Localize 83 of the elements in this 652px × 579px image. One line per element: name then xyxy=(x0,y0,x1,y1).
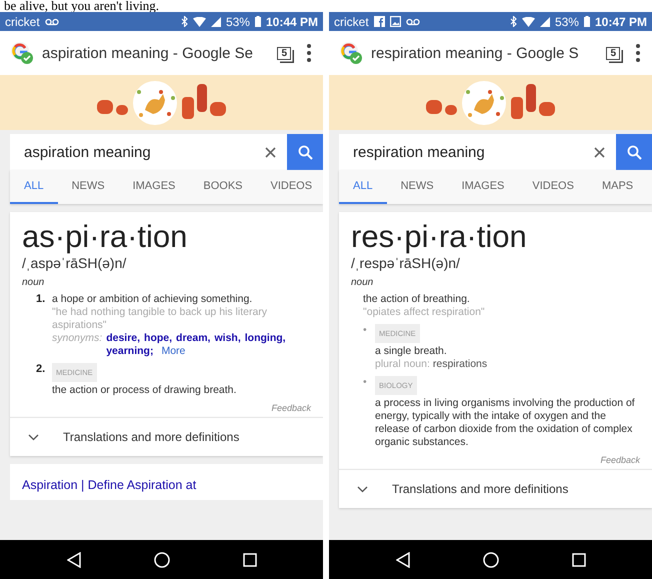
battery-icon xyxy=(584,16,590,27)
more-menu-icon xyxy=(636,44,640,62)
home-icon xyxy=(154,552,170,568)
definition-text: a process in living organisms involving the production of energy, typically with the intake of oxygen and the release of carbon dioxide from the oxidation of complex organic substances. xyxy=(375,397,636,449)
bullet-mark: • xyxy=(363,324,368,338)
close-icon xyxy=(264,146,276,158)
image-icon xyxy=(390,16,401,27)
synonym-link[interactable]: wish, xyxy=(214,332,241,345)
part-of-speech: noun xyxy=(351,277,374,288)
headword: as·pi·ra·tion xyxy=(22,220,188,254)
search-icon xyxy=(298,144,312,160)
search-tab[interactable]: NEWS xyxy=(58,170,119,204)
battery-percent: 53% xyxy=(554,14,579,28)
recents-icon xyxy=(572,552,586,566)
carrier-name: cricket xyxy=(334,14,369,28)
signal-icon xyxy=(540,16,550,26)
headword: res·pi·ra·tion xyxy=(351,220,528,254)
battery-icon xyxy=(254,16,261,27)
back-icon xyxy=(396,552,410,568)
search-tab[interactable]: BOOKS xyxy=(189,170,256,204)
synonyms-label: synonyms: xyxy=(52,332,102,346)
more-definitions-row[interactable]: Translations and more definitions xyxy=(339,469,652,508)
synonym-link[interactable]: yearning; xyxy=(106,345,154,358)
page-title: respiration meaning - Google S xyxy=(371,44,580,62)
recents-icon xyxy=(242,552,256,566)
caption-text: be alive, but you aren't living. xyxy=(3,0,160,12)
page-title: aspiration meaning - Google Se xyxy=(42,44,254,62)
chevron-down-icon xyxy=(28,434,39,440)
pronunciation: /ˌaspəˈrāSH(ə)n/ xyxy=(22,254,128,272)
synonym-link[interactable]: dream, xyxy=(176,332,210,345)
search-tab[interactable]: IMAGES xyxy=(118,170,190,204)
synonym-link[interactable]: desire, xyxy=(106,332,140,345)
facebook-icon xyxy=(374,16,385,27)
home-icon xyxy=(482,552,498,568)
search-tab[interactable]: IMAGES xyxy=(448,170,518,204)
example-text: "he had nothing tangible to back up his literary aspirations" xyxy=(52,306,268,332)
part-of-speech: noun xyxy=(22,277,46,288)
search-icon xyxy=(626,144,642,160)
plural-form: respirations xyxy=(432,358,488,370)
more-menu-icon xyxy=(307,44,311,62)
pronunciation: /ˌrespəˈrāSH(ə)n/ xyxy=(351,254,461,272)
close-icon xyxy=(594,146,604,158)
example-text: "opiates affect respiration" xyxy=(363,306,486,319)
wifi-icon xyxy=(522,16,535,26)
google-logo-icon xyxy=(339,41,363,65)
search-tab[interactable]: NEWS xyxy=(386,170,448,204)
definition-text: a single breath. xyxy=(375,345,448,358)
search-tab[interactable]: ALL xyxy=(339,170,387,204)
bullet-mark: • xyxy=(363,376,368,390)
signal-icon xyxy=(210,16,221,26)
definition-text: a hope or ambition of achieving something. xyxy=(52,293,254,306)
chevron-down-icon xyxy=(357,486,368,492)
search-tab[interactable]: VIDEOS xyxy=(256,170,323,204)
back-icon xyxy=(66,552,80,568)
more-link[interactable]: More xyxy=(161,345,186,358)
search-tab[interactable]: VIDEOS xyxy=(518,170,588,204)
search-tab[interactable]: ALL xyxy=(10,170,58,204)
bluetooth-icon xyxy=(180,16,188,27)
more-definitions-label: Translations and more definitions xyxy=(63,430,240,444)
search-tab[interactable]: MAPS xyxy=(588,170,648,204)
synonym-link[interactable]: hope, xyxy=(144,332,172,345)
search-button[interactable] xyxy=(287,134,323,170)
bluetooth-icon xyxy=(510,16,517,27)
sense-number: 2. xyxy=(36,363,46,377)
voicemail-icon xyxy=(406,18,420,26)
more-definitions-row[interactable]: Translations and more definitions xyxy=(10,417,323,456)
battery-percent: 53% xyxy=(226,14,250,28)
definition-text: the action of breathing. xyxy=(363,293,471,306)
feedback-link[interactable]: Feedback xyxy=(600,455,640,465)
search-button[interactable] xyxy=(616,134,652,170)
wifi-icon xyxy=(192,16,206,26)
sense-number: 1. xyxy=(36,293,46,307)
synonym-link[interactable]: longing, xyxy=(244,332,286,345)
clock-time: 10:47 PM xyxy=(594,14,647,28)
result-link[interactable]: Aspiration | Define Aspiration at xyxy=(22,478,196,492)
google-logo-icon xyxy=(10,41,34,65)
voicemail-icon xyxy=(44,18,59,26)
definition-text: the action or process of drawing breath. xyxy=(52,384,238,397)
carrier-name: cricket xyxy=(5,14,40,28)
feedback-link[interactable]: Feedback xyxy=(271,403,311,413)
clock-time: 10:44 PM xyxy=(266,14,318,28)
more-definitions-label: Translations and more definitions xyxy=(392,482,568,496)
plural-label: plural noun: xyxy=(375,358,430,370)
